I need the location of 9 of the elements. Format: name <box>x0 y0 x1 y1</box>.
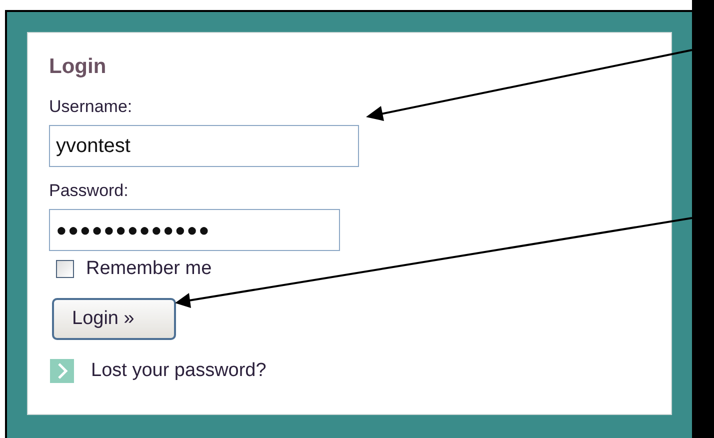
login-button[interactable]: Login » <box>52 298 176 340</box>
lost-password-link[interactable]: Lost your password? <box>91 360 266 382</box>
remember-label: Remember me <box>86 258 212 280</box>
username-field[interactable]: yvontest <box>49 125 359 167</box>
password-field[interactable]: ●●●●●●●●●●●●● <box>49 209 340 251</box>
username-label: Username: <box>49 96 132 118</box>
password-label: Password: <box>49 180 128 202</box>
remember-checkbox[interactable] <box>56 260 74 278</box>
login-heading: Login <box>49 54 106 80</box>
